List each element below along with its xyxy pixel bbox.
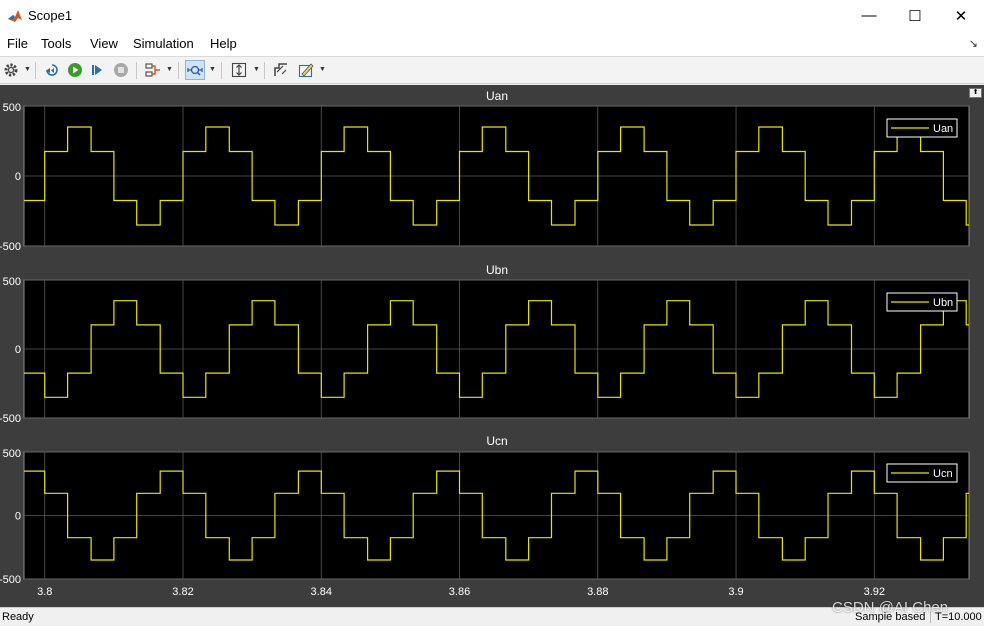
plot-title-ucn: Ucn <box>486 434 507 448</box>
x-tick-label: 3.84 <box>311 586 332 598</box>
x-tick-label: 3.9 <box>728 586 743 598</box>
y-tick-labels-ucn: -500 0 500 <box>0 448 21 586</box>
y-tick-label: 0 <box>15 171 21 183</box>
x-tick-label: 3.8 <box>37 586 52 598</box>
plot-title-ubn: Ubn <box>486 263 508 277</box>
y-tick-label: 0 <box>15 511 21 523</box>
x-tick-labels: 3.8 3.82 3.84 3.86 3.88 3.9 3.92 <box>37 586 885 598</box>
y-tick-labels-uan: -500 0 500 <box>0 102 21 253</box>
y-tick-label: -500 <box>0 241 21 253</box>
y-tick-label: 500 <box>3 102 21 114</box>
y-tick-label: 500 <box>3 448 21 460</box>
y-tick-labels-ubn: -500 0 500 <box>0 276 21 425</box>
legend-label-ubn: Ubn <box>933 297 953 309</box>
x-tick-label: 3.92 <box>864 586 885 598</box>
y-tick-label: -500 <box>0 574 21 586</box>
y-tick-label: 500 <box>3 276 21 288</box>
status-text: Ready <box>2 611 34 623</box>
x-tick-label: 3.82 <box>172 586 193 598</box>
y-tick-label: -500 <box>0 413 21 425</box>
legend-label-ucn: Ucn <box>933 468 953 480</box>
legend-ucn[interactable]: Ucn <box>886 463 958 483</box>
y-tick-label: 0 <box>15 344 21 356</box>
x-tick-label: 3.88 <box>587 586 608 598</box>
scope-plots: Uan -500 0 500 Uan Ubn -500 0 500 Ubn Ucn -5… <box>0 89 970 598</box>
x-tick-label: 3.86 <box>449 586 470 598</box>
watermark-text: CSDN @AI Chen <box>832 599 949 616</box>
legend-ubn[interactable]: Ubn <box>886 292 958 312</box>
plot-title-uan: Uan <box>486 89 508 103</box>
legend-uan[interactable]: Uan <box>886 118 958 138</box>
legend-label-uan: Uan <box>933 123 953 135</box>
